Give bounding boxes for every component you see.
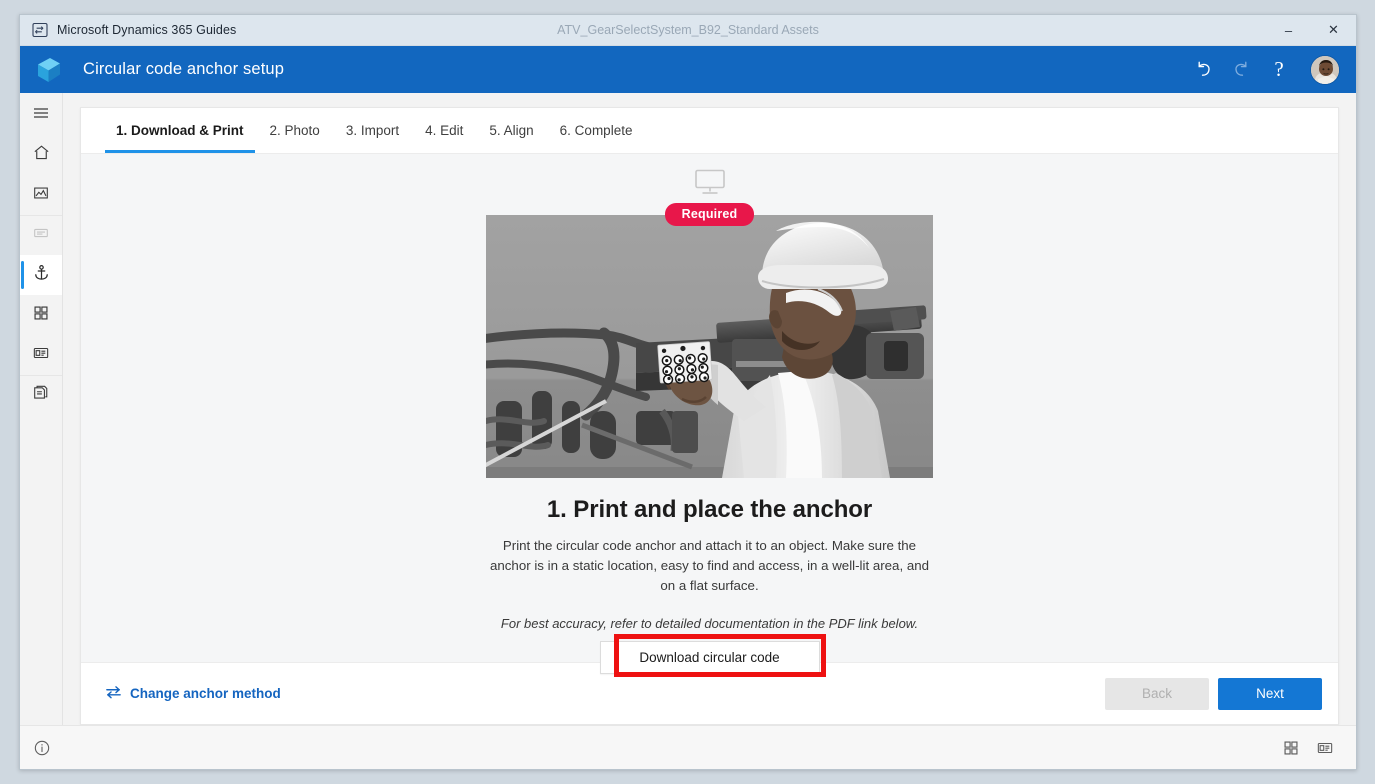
page-title: Circular code anchor setup (83, 60, 285, 78)
sidebar-item-media[interactable] (20, 175, 62, 215)
sidebar-item-card[interactable] (20, 335, 62, 375)
desktop-monitor-icon (693, 168, 727, 201)
status-badge: Required (664, 203, 755, 226)
status-bar (20, 725, 1356, 769)
step-headline: 1. Print and place the anchor (546, 496, 873, 523)
info-circle-icon[interactable] (25, 731, 59, 765)
wizard-tabs: 1. Download & Print 2. Photo 3. Import 4… (81, 108, 1338, 154)
guides-app-icon (32, 22, 49, 38)
anchor-icon (32, 263, 51, 287)
card-layout-icon (32, 344, 50, 367)
tab-import[interactable]: 3. Import (333, 108, 412, 153)
redo-icon[interactable] (1224, 53, 1258, 87)
home-icon (32, 143, 51, 167)
title-bar-left: Microsoft Dynamics 365 Guides (20, 22, 236, 38)
title-bar: Microsoft Dynamics 365 Guides ATV_GearSe… (20, 15, 1356, 46)
copy-stack-icon (32, 384, 50, 407)
wizard-step-content: Required 1. Print and place the anchor P… (81, 154, 1338, 677)
image-icon (32, 184, 50, 207)
user-avatar[interactable] (1310, 54, 1340, 85)
sidebar-item-anchor[interactable] (20, 255, 62, 295)
wizard-card: 1. Download & Print 2. Photo 3. Import 4… (80, 107, 1339, 725)
change-anchor-method-link[interactable]: Change anchor method (105, 685, 281, 702)
minimize-button[interactable]: – (1266, 15, 1311, 46)
panel-view-icon[interactable] (1308, 731, 1342, 765)
window-controls: – ✕ (1266, 15, 1356, 46)
sidebar-item-parts[interactable] (20, 295, 62, 335)
sidebar-item-menu[interactable] (20, 95, 62, 135)
sidebar-item-assets[interactable] (20, 375, 62, 415)
tab-edit[interactable]: 4. Edit (412, 108, 476, 153)
dynamics-guides-logo (34, 55, 68, 85)
help-label: ? (1274, 57, 1284, 81)
tab-download-print[interactable]: 1. Download & Print (103, 108, 257, 153)
back-button: Back (1105, 677, 1209, 710)
app-header-bar: Circular code anchor setup ? (20, 46, 1356, 93)
app-name: Microsoft Dynamics 365 Guides (57, 23, 237, 37)
window-body: 1. Download & Print 2. Photo 3. Import 4… (20, 93, 1356, 725)
next-button[interactable]: Next (1218, 677, 1322, 710)
app-header-actions: ? (1186, 53, 1340, 87)
main-content: 1. Download & Print 2. Photo 3. Import 4… (63, 93, 1356, 725)
footer-buttons: Back Next (1105, 677, 1322, 710)
tab-align[interactable]: 5. Align (476, 108, 546, 153)
hamburger-menu-icon (32, 104, 50, 127)
change-anchor-method-label: Change anchor method (130, 686, 281, 701)
tab-photo[interactable]: 2. Photo (257, 108, 333, 153)
hero-illustration (486, 215, 933, 478)
sidebar-item-home[interactable] (20, 135, 62, 175)
tab-complete[interactable]: 6. Complete (547, 108, 646, 153)
grid-view-icon[interactable] (1274, 731, 1308, 765)
left-rail (20, 93, 63, 725)
undo-icon[interactable] (1186, 53, 1220, 87)
app-window: Microsoft Dynamics 365 Guides ATV_GearSe… (19, 14, 1357, 770)
step-note: For best accuracy, refer to detailed doc… (500, 616, 919, 631)
download-zone: Download circular code (599, 634, 826, 677)
text-document-icon (32, 224, 50, 247)
help-icon[interactable]: ? (1262, 53, 1296, 87)
swap-arrows-icon (105, 685, 122, 702)
grid-icon (32, 304, 50, 327)
close-button[interactable]: ✕ (1311, 15, 1356, 46)
sidebar-item-steps (20, 215, 62, 255)
step-description: Print the circular code anchor and attac… (489, 538, 930, 593)
rail-spacer (20, 415, 62, 725)
download-circular-code-button[interactable]: Download circular code (599, 641, 820, 674)
